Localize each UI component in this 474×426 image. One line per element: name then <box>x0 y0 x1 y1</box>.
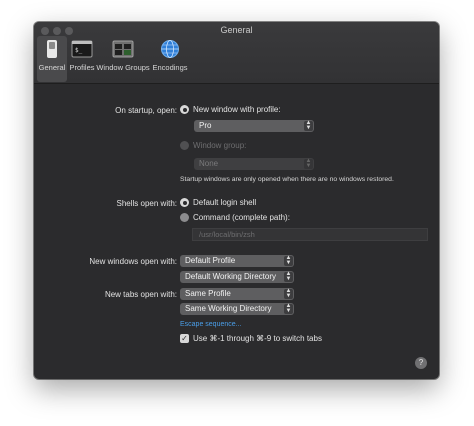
new-tabs-profile-value: Same Profile <box>185 289 231 298</box>
window-group-popup[interactable]: None ▲ ▼ <box>194 158 314 170</box>
new-windows-profile-value: Default Profile <box>185 256 236 265</box>
tab-encodings-label: Encodings <box>152 63 188 72</box>
window-group-radio[interactable]: Window group: <box>180 141 246 150</box>
popup-arrows-icon: ▲ ▼ <box>284 303 293 314</box>
window-group-radio-label: Window group: <box>193 141 247 150</box>
new-windows-profile-popup[interactable]: Default Profile ▲ ▼ <box>180 255 294 267</box>
radio-unselected-icon <box>180 141 189 150</box>
help-button[interactable]: ? <box>415 357 427 369</box>
shells-label: Shells open with: <box>116 199 177 208</box>
switch-tabs-checkbox[interactable]: ✓ Use ⌘-1 through ⌘-9 to switch tabs <box>180 334 322 343</box>
tab-profiles-label: Profiles <box>69 63 95 72</box>
startup-note: Startup windows are only opened when the… <box>180 176 394 183</box>
default-login-shell-radio[interactable]: Default login shell <box>180 198 256 207</box>
command-radio-label: Command (complete path): <box>193 213 290 222</box>
new-tabs-profile-popup[interactable]: Same Profile ▲ ▼ <box>180 288 294 300</box>
tab-window-groups[interactable]: Window Groups <box>96 36 150 82</box>
new-tabs-label: New tabs open with: <box>104 290 177 299</box>
new-windows-directory-popup[interactable]: Default Working Directory ▲ ▼ <box>180 271 294 283</box>
globe-icon <box>159 39 181 59</box>
radio-selected-icon <box>180 198 189 207</box>
startup-label: On startup, open: <box>115 106 177 115</box>
checkmark-icon: ✓ <box>180 334 189 343</box>
popup-arrows-icon: ▲ ▼ <box>304 158 313 169</box>
tab-general-label: General <box>38 63 66 72</box>
new-windows-label: New windows open with: <box>89 257 177 266</box>
window-group-value: None <box>199 159 219 168</box>
popup-arrows-icon: ▲ ▼ <box>284 288 293 299</box>
tab-general[interactable]: General <box>37 36 67 82</box>
popup-arrows-icon: ▲ ▼ <box>304 120 313 131</box>
radio-unselected-icon <box>180 213 189 222</box>
terminal-icon: $_ <box>71 39 93 59</box>
new-tabs-directory-value: Same Working Directory <box>185 304 272 313</box>
tab-window-groups-label: Window Groups <box>96 63 150 72</box>
new-windows-directory-value: Default Working Directory <box>185 272 276 281</box>
svg-text:$_: $_ <box>75 47 83 54</box>
preferences-window: General General $_ Profiles Window Group… <box>34 22 439 379</box>
command-path-field[interactable]: /usr/local/bin/zsh <box>192 228 428 241</box>
escape-sequence-link[interactable]: Escape sequence... <box>180 321 242 328</box>
new-tabs-directory-popup[interactable]: Same Working Directory ▲ ▼ <box>180 303 294 315</box>
startup-profile-popup[interactable]: Pro ▲ ▼ <box>194 120 314 132</box>
switch-icon <box>41 39 63 59</box>
tab-profiles[interactable]: $_ Profiles <box>68 36 96 82</box>
command-radio[interactable]: Command (complete path): <box>180 213 290 222</box>
default-login-shell-label: Default login shell <box>193 198 257 207</box>
switch-tabs-checkbox-label: Use ⌘-1 through ⌘-9 to switch tabs <box>193 334 322 343</box>
radio-selected-icon <box>180 105 189 114</box>
titlebar: General General $_ Profiles Window Group… <box>34 22 439 84</box>
popup-arrows-icon: ▲ ▼ <box>284 255 293 266</box>
general-pane: On startup, open: New window with profil… <box>34 84 439 379</box>
popup-arrows-icon: ▲ ▼ <box>284 271 293 282</box>
startup-profile-value: Pro <box>199 121 212 130</box>
new-window-radio-label: New window with profile: <box>193 105 281 114</box>
tab-encodings[interactable]: Encodings <box>151 36 189 82</box>
window-groups-icon <box>112 39 134 59</box>
new-window-radio[interactable]: New window with profile: <box>180 105 281 114</box>
window-title: General <box>220 25 253 35</box>
